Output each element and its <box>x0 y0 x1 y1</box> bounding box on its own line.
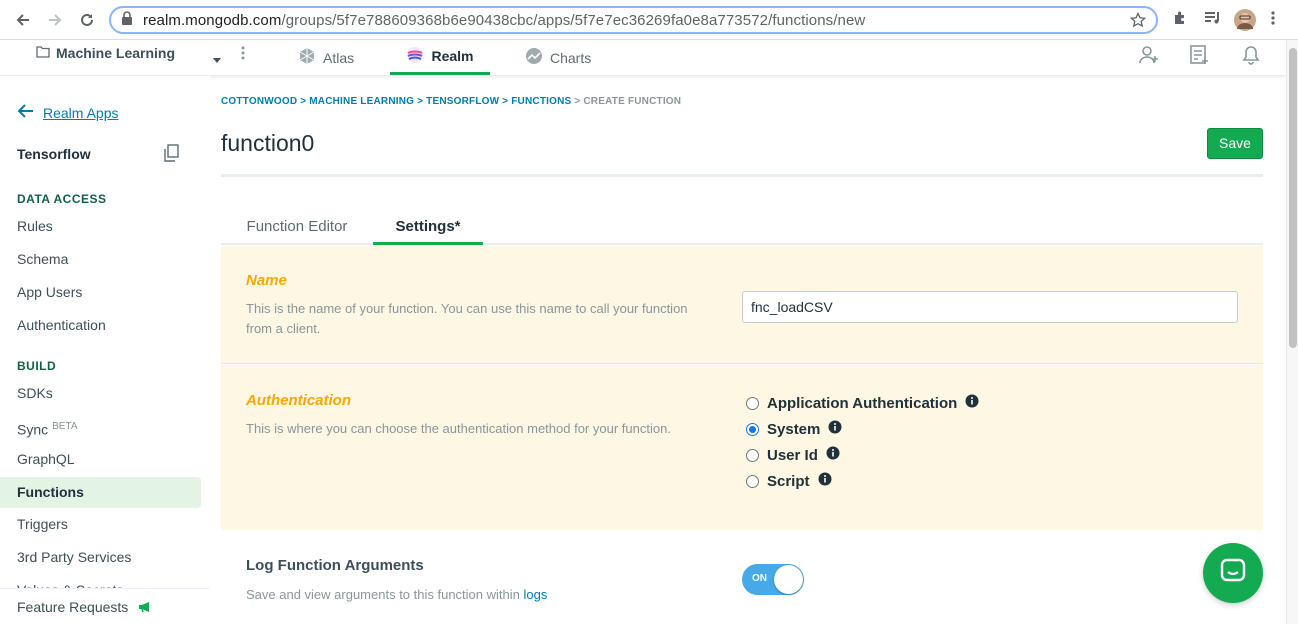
arrow-left-icon <box>17 104 34 121</box>
sidebar-item-functions[interactable]: Functions <box>0 477 201 508</box>
tab-settings[interactable]: Settings* <box>373 210 483 245</box>
radio-script[interactable]: Script <box>746 472 832 490</box>
section-data-access: DATA ACCESS <box>17 192 107 206</box>
radio-button[interactable] <box>746 422 759 436</box>
logs-link[interactable]: logs <box>524 587 548 602</box>
log-arguments-toggle[interactable]: ON <box>742 564 804 595</box>
scrollbar-thumb[interactable] <box>1289 48 1297 348</box>
browser-toolbar: realm.mongodb.com/groups/5f7e788609368b6… <box>0 0 1298 40</box>
radio-button[interactable] <box>746 396 759 410</box>
breadcrumb-item[interactable]: MACHINE LEARNING <box>309 96 414 107</box>
tab-realm[interactable]: Realm <box>390 40 490 75</box>
function-tabs: Function Editor Settings* <box>221 210 1263 245</box>
function-name-input[interactable] <box>742 291 1238 323</box>
section-title: Name <box>246 272 287 289</box>
chevron-down-icon[interactable] <box>212 51 222 69</box>
app-name: Tensorflow <box>17 146 91 162</box>
feature-requests-link[interactable]: Feature Requests <box>0 588 210 624</box>
back-to-realm-apps-link[interactable]: Realm Apps <box>17 104 118 121</box>
breadcrumb-item[interactable]: TENSORFLOW <box>426 96 499 107</box>
section-build: BUILD <box>17 359 57 373</box>
info-icon[interactable] <box>828 420 842 438</box>
chrome-menu-icon[interactable] <box>1270 10 1276 31</box>
lock-icon <box>121 10 133 30</box>
bookmark-star-icon[interactable] <box>1129 11 1147 33</box>
copy-icon[interactable] <box>163 144 179 167</box>
info-icon[interactable] <box>826 446 840 464</box>
section-title: Authentication <box>246 392 351 409</box>
address-bar[interactable]: realm.mongodb.com/groups/5f7e788609368b6… <box>109 6 1158 34</box>
sidebar-item-authentication[interactable]: Authentication <box>0 310 201 341</box>
chat-support-button[interactable] <box>1203 543 1263 603</box>
sidebar-item-graphql[interactable]: GraphQL <box>0 444 201 475</box>
breadcrumb-item[interactable]: COTTONWOOD <box>221 96 297 107</box>
profile-avatar[interactable] <box>1234 9 1256 36</box>
url-text: realm.mongodb.com/groups/5f7e788609368b6… <box>143 11 866 29</box>
charts-logo-icon <box>525 47 543 68</box>
sidebar-item-triggers[interactable]: Triggers <box>0 509 201 540</box>
folder-icon <box>36 45 50 61</box>
breadcrumb-current: CREATE FUNCTION <box>583 96 682 107</box>
reload-icon[interactable] <box>77 10 97 30</box>
top-navigation: Machine Learning Atlas Realm Charts <box>0 40 1286 76</box>
project-name: Machine Learning <box>56 45 176 61</box>
authentication-section: Authentication This is where you can cho… <box>221 365 1263 530</box>
chat-icon <box>1219 557 1247 590</box>
activity-feed-icon[interactable] <box>1189 44 1211 71</box>
sidebar-item-schema[interactable]: Schema <box>0 244 201 275</box>
realm-logo-icon <box>406 46 424 67</box>
notifications-bell-icon[interactable] <box>1241 44 1261 71</box>
radio-user-id[interactable]: User Id <box>746 446 840 464</box>
tab-function-editor[interactable]: Function Editor <box>221 210 373 245</box>
section-description: This is where you can choose the authent… <box>246 421 671 436</box>
info-icon[interactable] <box>965 394 979 412</box>
tab-charts[interactable]: Charts <box>525 40 591 75</box>
page-title: function0 <box>221 130 315 156</box>
more-options-icon[interactable] <box>240 45 246 66</box>
header-divider <box>221 174 1263 177</box>
tab-atlas[interactable]: Atlas <box>298 40 354 75</box>
section-description: This is the name of your function. You c… <box>246 301 688 336</box>
sidebar-item-3rd-party-services[interactable]: 3rd Party Services <box>0 542 201 573</box>
log-arguments-title: Log Function Arguments <box>246 557 424 574</box>
breadcrumb: COTTONWOOD > MACHINE LEARNING > TENSORFL… <box>221 96 682 107</box>
back-icon[interactable] <box>13 10 33 30</box>
breadcrumb-item[interactable]: FUNCTIONS <box>511 96 571 107</box>
atlas-logo-icon <box>298 47 316 68</box>
save-button[interactable]: Save <box>1207 128 1263 159</box>
sidebar-item-sync[interactable]: Sync BETA <box>0 411 201 442</box>
beta-badge: BETA <box>52 421 78 432</box>
sidebar-item-rules[interactable]: Rules <box>0 211 201 242</box>
forward-icon[interactable] <box>45 10 65 30</box>
radio-application-authentication[interactable]: Application Authentication <box>746 394 979 412</box>
radio-button[interactable] <box>746 448 759 462</box>
media-control-icon[interactable] <box>1204 10 1222 31</box>
radio-button[interactable] <box>746 474 759 488</box>
log-arguments-description: Save and view arguments to this function… <box>246 587 548 602</box>
project-selector[interactable]: Machine Learning <box>36 45 175 61</box>
add-user-icon[interactable] <box>1138 44 1160 71</box>
extensions-icon[interactable] <box>1172 10 1188 31</box>
toggle-knob <box>774 565 803 594</box>
scrollbar[interactable] <box>1286 40 1298 624</box>
sidebar-item-app-users[interactable]: App Users <box>0 277 201 308</box>
megaphone-icon <box>138 600 152 616</box>
name-section: Name This is the name of your function. … <box>221 246 1263 364</box>
radio-system[interactable]: System <box>746 420 842 438</box>
sidebar-item-sdks[interactable]: SDKs <box>0 378 201 409</box>
sidebar: Realm Apps Tensorflow DATA ACCESS Rules … <box>0 76 210 624</box>
info-icon[interactable] <box>818 472 832 490</box>
